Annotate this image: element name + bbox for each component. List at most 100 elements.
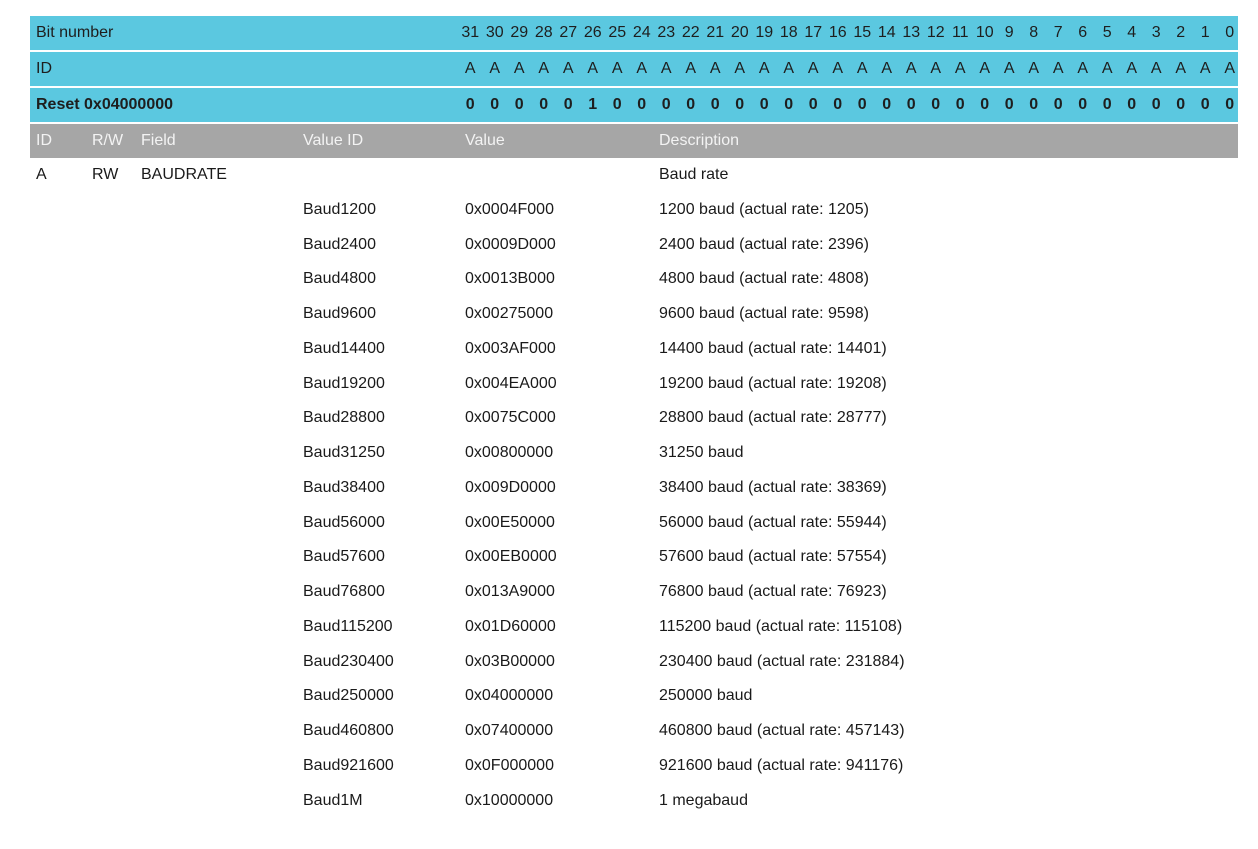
value-description: 460800 baud (actual rate: 457143) [659, 722, 905, 739]
value-row: Baud57600 0x00EB0000 57600 baud (actual ra… [30, 540, 1238, 575]
column-header-value-id: Value ID [303, 132, 364, 149]
reset-bit-cell: 0 [637, 96, 647, 113]
value-id: Baud14400 [303, 339, 385, 357]
register-table: Bit number 31 30 29 28 27 26 25 24 23 22 21 20 19 18 1… [30, 16, 1238, 818]
value-hex: 0x0F000000 [465, 756, 554, 774]
value-id: Baud1M [303, 791, 363, 809]
id-bit-cell: A [905, 60, 917, 77]
reset-row: Reset 0x04000000 00000100000000000000000… [30, 88, 1238, 124]
value-description: 115200 baud (actual rate: 115108) [659, 617, 903, 635]
id-bit-cell: A [513, 60, 525, 77]
reset-bit-cell: 0 [1102, 96, 1112, 113]
bit-number-cell: 28 [534, 24, 553, 41]
reset-bit-cell: 0 [882, 96, 892, 113]
value-row: Baud76800 0x013A9000 76800 baud (actual ra… [30, 575, 1238, 610]
value-id: Baud28800 [303, 409, 385, 427]
bit-number-cell: 25 [608, 24, 627, 41]
value-description: 38400 baud (actual rate: 38369) [659, 478, 887, 496]
value-description: 2400 baud (actual rate: 2396) [659, 235, 869, 253]
value-row: Baud230400 0x03B00000 230400 baud (actual … [30, 645, 1238, 680]
value-row: Baud115200 0x01D60000 115200 baud (actual … [30, 610, 1238, 645]
value-row: Baud56000 0x00E50000 56000 baud (actual ra… [30, 506, 1238, 541]
value-id: Baud9600 [303, 305, 376, 322]
id-bit-cell: A [538, 60, 550, 77]
bit-number-cell: 16 [828, 24, 847, 41]
reset-bit-cell: 0 [686, 96, 696, 113]
id-bit-cell: A [587, 60, 599, 77]
id-bit-cell: A [562, 60, 574, 77]
value-id: Baud230400 [303, 652, 394, 670]
reset-bit-cell: 0 [980, 96, 990, 113]
field-row: A RW BAUDRATE Baud rate [30, 158, 1238, 193]
value-hex: 0x009D0000 [465, 478, 556, 496]
reset-bit-cells: 00000100000000000000000000000000 [458, 88, 1238, 122]
value-id: Baud115200 [303, 617, 393, 635]
id-bit-cell: A [807, 60, 819, 77]
reset-bit-cell: 0 [906, 96, 916, 113]
bit-number-cell: 1 [1200, 24, 1210, 41]
bit-number-cell: 9 [1004, 24, 1014, 41]
reset-bit-cell: 0 [1151, 96, 1161, 113]
id-row: ID AAAAAAAAAAAAAAAAAAAAAAAAAAAAAAAA [30, 52, 1238, 88]
value-hex: 0x0075C000 [465, 409, 556, 427]
bit-number-cell: 23 [657, 24, 676, 41]
bit-number-cell: 4 [1127, 24, 1137, 41]
value-description: 230400 baud (actual rate: 231884) [659, 652, 905, 670]
column-header-rw: R/W [92, 132, 124, 149]
value-description: 57600 baud (actual rate: 57554) [659, 548, 887, 566]
value-row: Baud921600 0x0F000000 921600 baud (actual … [30, 749, 1238, 784]
value-row: Baud14400 0x003AF000 14400 baud (actual ra… [30, 332, 1238, 367]
value-hex: 0x03B00000 [465, 652, 555, 670]
value-hex: 0x00275000 [465, 305, 554, 322]
id-bit-cell: A [881, 60, 893, 77]
value-hex: 0x00EB0000 [465, 548, 557, 566]
value-row: Baud2400 0x0009D000 2400 baud (actual rate… [30, 228, 1238, 263]
bit-number-label: Bit number [36, 24, 114, 41]
bit-number-cell: 13 [902, 24, 921, 41]
value-hex: 0x0004F000 [465, 200, 554, 218]
bit-number-cell: 24 [632, 24, 651, 41]
value-hex: 0x0013B000 [465, 270, 555, 288]
bit-number-cell: 6 [1078, 24, 1088, 41]
reset-bit-cell: 0 [735, 96, 745, 113]
reset-bit-cell: 0 [857, 96, 867, 113]
bit-number-cell: 30 [485, 24, 504, 41]
id-bit-cell: A [734, 60, 746, 77]
bit-number-cell: 7 [1053, 24, 1063, 41]
reset-bit-cell: 0 [1176, 96, 1186, 113]
column-header-id: ID [36, 132, 52, 149]
bit-number-cell: 8 [1029, 24, 1039, 41]
field-id: A [36, 166, 47, 183]
bit-number-cell: 3 [1151, 24, 1161, 41]
reset-bit-cell: 0 [1127, 96, 1137, 113]
value-id: Baud1200 [303, 200, 376, 218]
value-hex: 0x004EA000 [465, 374, 557, 392]
bit-number-cell: 19 [755, 24, 774, 41]
value-hex: 0x01D60000 [465, 617, 556, 635]
id-bit-cell: A [1150, 60, 1162, 77]
id-bit-cell: A [1199, 60, 1211, 77]
value-id: Baud921600 [303, 756, 394, 774]
bit-number-cell: 29 [510, 24, 529, 41]
bit-number-cell: 22 [681, 24, 700, 41]
id-bit-cells: AAAAAAAAAAAAAAAAAAAAAAAAAAAAAAAA [458, 52, 1238, 86]
value-description: 76800 baud (actual rate: 76923) [659, 583, 887, 600]
value-hex: 0x013A9000 [465, 583, 555, 600]
reset-bit-cell: 0 [539, 96, 549, 113]
bit-number-cell: 5 [1102, 24, 1112, 41]
bit-number-cell: 21 [706, 24, 725, 41]
id-bit-cell: A [783, 60, 795, 77]
value-hex: 0x00800000 [465, 444, 554, 461]
reset-bit-cell: 0 [759, 96, 769, 113]
value-row: Baud28800 0x0075C000 28800 baud (actual ra… [30, 401, 1238, 436]
value-id: Baud4800 [303, 270, 376, 288]
bit-number-cells: 31 30 29 28 27 26 25 24 23 22 21 20 19 18 17 16 15 14 13 12… [458, 16, 1238, 50]
value-id: Baud56000 [303, 513, 385, 531]
value-description: 28800 baud (actual rate: 28777) [659, 409, 887, 427]
value-id: Baud460800 [303, 722, 394, 739]
id-bit-cell: A [1224, 60, 1236, 77]
value-row: Baud9600 0x00275000 9600 baud (actual rate… [30, 297, 1238, 332]
id-bit-cell: A [1028, 60, 1040, 77]
value-description: 56000 baud (actual rate: 55944) [659, 513, 887, 531]
bit-number-cell: 10 [975, 24, 994, 41]
